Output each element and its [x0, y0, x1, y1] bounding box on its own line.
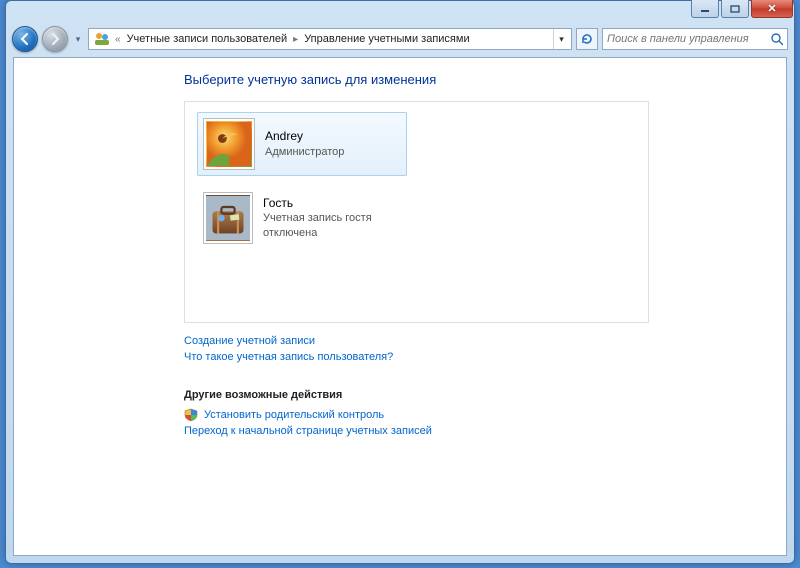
avatar — [203, 192, 253, 244]
link-parental-controls[interactable]: Установить родительский контроль — [204, 407, 384, 423]
breadcrumb-seg-2[interactable]: Управление учетными записями — [300, 33, 473, 45]
account-item-guest[interactable]: Гость Учетная запись гостя отключена — [197, 186, 407, 250]
account-role: Администратор — [265, 145, 344, 160]
search-icon — [770, 32, 783, 46]
suitcase-avatar-icon — [206, 195, 250, 241]
account-text: Гость Учетная запись гостя отключена — [263, 195, 401, 241]
chevron-right-icon: ▸ — [291, 34, 300, 45]
avatar — [203, 118, 255, 170]
window-buttons: ✕ — [691, 0, 793, 18]
search-input[interactable] — [607, 33, 770, 45]
shield-icon — [184, 408, 198, 422]
address-bar[interactable]: « Учетные записи пользователей ▸ Управле… — [88, 28, 572, 50]
account-name: Гость — [263, 195, 401, 211]
breadcrumb-seg-1[interactable]: Учетные записи пользователей — [123, 33, 292, 45]
address-dropdown[interactable]: ▾ — [553, 29, 569, 49]
search-box[interactable] — [602, 28, 788, 50]
link-create-account[interactable]: Создание учетной записи — [184, 333, 786, 349]
forward-button[interactable] — [42, 26, 68, 52]
control-panel-window: ✕ ▾ « Учетные записи пользователей ▸ Упр… — [5, 0, 795, 564]
back-arrow-icon — [18, 32, 32, 46]
link-what-is-account[interactable]: Что такое учетная запись пользователя? — [184, 349, 786, 365]
minimize-button[interactable] — [691, 0, 719, 18]
minimize-icon — [700, 5, 710, 13]
close-icon: ✕ — [767, 2, 776, 15]
maximize-button[interactable] — [721, 0, 749, 18]
content-area: Выберите учетную запись для изменения — [13, 57, 787, 556]
maximize-icon — [730, 5, 740, 13]
refresh-icon — [580, 32, 594, 46]
page-title: Выберите учетную запись для изменения — [184, 72, 786, 87]
chevron-left-double-icon: « — [113, 34, 123, 45]
titlebar: ✕ — [6, 1, 794, 23]
forward-arrow-icon — [48, 32, 62, 46]
link-accounts-home[interactable]: Переход к начальной странице учетных зап… — [184, 423, 786, 439]
nav-history-dropdown[interactable]: ▾ — [72, 29, 84, 49]
back-button[interactable] — [12, 26, 38, 52]
account-role: Учетная запись гостя отключена — [263, 211, 401, 241]
account-text: Andrey Администратор — [265, 128, 344, 159]
navbar: ▾ « Учетные записи пользователей ▸ Управ… — [6, 23, 794, 55]
close-button[interactable]: ✕ — [751, 0, 793, 18]
primary-links: Создание учетной записи Что такое учетна… — [184, 333, 786, 365]
other-actions-heading: Другие возможные действия — [184, 389, 786, 401]
flower-avatar-icon — [206, 121, 252, 167]
accounts-panel: Andrey Администратор — [184, 101, 649, 323]
account-name: Andrey — [265, 128, 344, 144]
refresh-button[interactable] — [576, 28, 598, 50]
user-accounts-icon — [94, 31, 110, 47]
account-item-andrey[interactable]: Andrey Администратор — [197, 112, 407, 176]
link-parental-controls-row: Установить родительский контроль — [184, 407, 786, 423]
